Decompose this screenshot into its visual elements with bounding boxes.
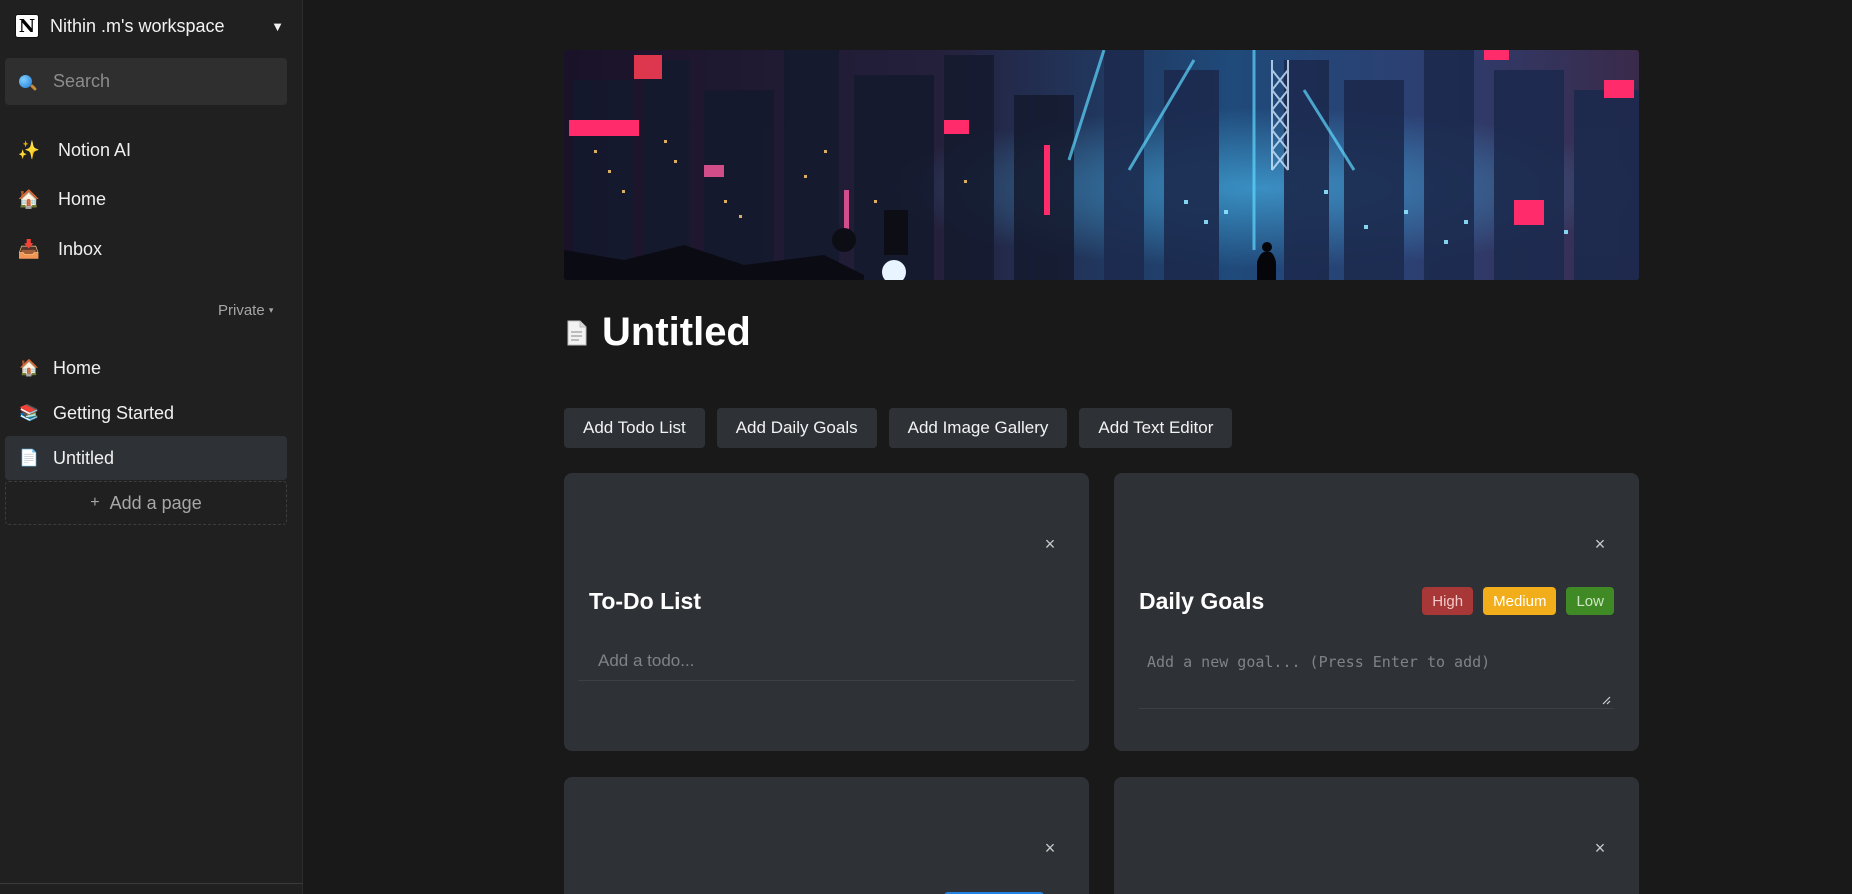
add-todo-list-button[interactable]: Add Todo List	[564, 408, 705, 448]
priority-low-button[interactable]: Low	[1566, 587, 1614, 615]
sidebar-item-label: Home	[58, 188, 107, 209]
goal-textarea[interactable]	[1139, 649, 1614, 708]
todo-input-row	[578, 641, 1075, 681]
todo-input[interactable]	[598, 650, 1058, 671]
house-icon: 🏠	[19, 360, 39, 377]
close-icon[interactable]: ×	[1591, 839, 1609, 857]
todo-list-card: × To-Do List	[564, 473, 1089, 751]
widget-toolbar: Add Todo List Add Daily Goals Add Image …	[564, 408, 1233, 448]
priority-high-button[interactable]: High	[1422, 587, 1474, 615]
daily-goals-card: × Daily Goals High Medium Low	[1114, 473, 1639, 751]
resize-handle-icon[interactable]	[1602, 696, 1611, 705]
sparkles-icon: ✨	[17, 139, 41, 160]
sidebar-item-label: Inbox	[58, 238, 103, 259]
page-title[interactable]: Untitled	[602, 310, 751, 355]
search-input[interactable]	[53, 71, 253, 92]
cover-image[interactable]	[564, 50, 1639, 280]
third-widget-card: ×	[564, 777, 1089, 894]
close-icon[interactable]: ×	[1041, 839, 1059, 857]
page-icon: 📄	[19, 450, 39, 467]
section-label: Private	[218, 302, 265, 319]
add-page-label: Add a page	[109, 492, 202, 513]
sidebar-item-label: Notion AI	[58, 139, 132, 160]
inbox-icon: 📥	[17, 238, 41, 259]
sidebar-item-inbox[interactable]: 📥 Inbox	[5, 226, 287, 272]
sidebar-page-home[interactable]: 🏠 Home	[5, 346, 287, 390]
sidebar-item-notion-ai[interactable]: ✨ Notion AI	[5, 127, 287, 173]
add-daily-goals-button[interactable]: Add Daily Goals	[716, 408, 877, 448]
app-root: N Nithin .m's workspace ▼ ✨ Notion AI 🏠 …	[0, 0, 1852, 894]
private-section-toggle[interactable]: Private ▾	[218, 302, 273, 319]
search-box[interactable]	[5, 58, 287, 105]
search-icon	[17, 72, 38, 92]
workspace-name: Nithin .m's workspace	[50, 15, 225, 36]
priority-medium-button[interactable]: Medium	[1483, 587, 1557, 615]
house-icon: 🏠	[17, 188, 41, 209]
books-icon: 📚	[19, 405, 39, 422]
page-icon[interactable]	[566, 320, 588, 346]
add-page-button[interactable]: + Add a page	[5, 481, 287, 525]
fourth-widget-card: ×	[1114, 777, 1639, 894]
todo-card-title: To-Do List	[589, 588, 701, 614]
add-text-editor-button[interactable]: Add Text Editor	[1079, 408, 1233, 448]
workspace-switcher[interactable]: N Nithin .m's workspace ▼	[15, 12, 287, 40]
sidebar: N Nithin .m's workspace ▼ ✨ Notion AI 🏠 …	[0, 0, 303, 894]
sidebar-page-getting-started[interactable]: 📚 Getting Started	[5, 391, 287, 435]
sidebar-item-home[interactable]: 🏠 Home	[5, 176, 287, 222]
priority-selector: High Medium Low	[1422, 587, 1614, 615]
goal-input-wrapper	[1139, 649, 1614, 709]
sidebar-page-label: Untitled	[53, 447, 115, 468]
caret-down-icon: ▼	[271, 18, 284, 34]
close-icon[interactable]: ×	[1591, 535, 1609, 553]
caret-down-icon: ▾	[268, 305, 274, 315]
sidebar-divider	[0, 883, 303, 884]
close-icon[interactable]: ×	[1041, 535, 1059, 553]
add-image-gallery-button[interactable]: Add Image Gallery	[888, 408, 1068, 448]
page-header: Untitled	[566, 310, 751, 355]
workspace-logo: N	[15, 14, 39, 38]
sidebar-page-label: Home	[53, 357, 102, 378]
plus-icon: +	[90, 494, 100, 511]
goals-card-title: Daily Goals	[1139, 588, 1265, 614]
sidebar-page-untitled[interactable]: 📄 Untitled	[5, 436, 287, 480]
sidebar-page-label: Getting Started	[53, 402, 175, 423]
